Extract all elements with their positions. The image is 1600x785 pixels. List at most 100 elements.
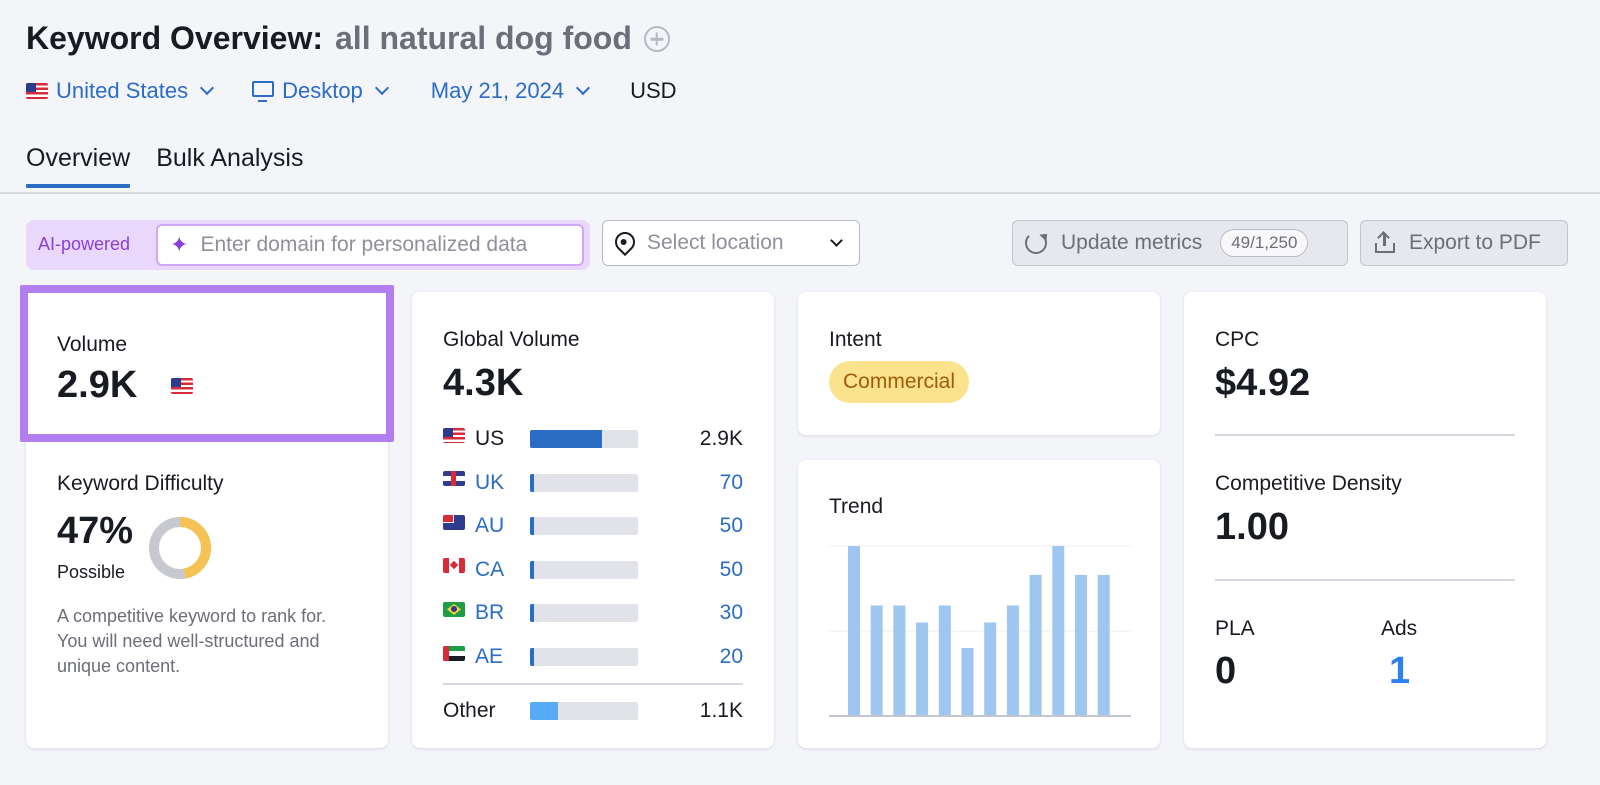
device-label: Desktop [282,78,363,103]
intent-card: Intent Commercial [798,292,1160,435]
volume-bar-track [530,604,638,623]
trend-bar [984,622,997,716]
ai-domain-box: AI-powered ✦ [26,220,590,270]
global-volume-value: 4.3K [443,362,524,404]
update-metrics-button[interactable]: Update metrics 49/1,250 [1012,220,1348,266]
kd-rating: Possible [57,562,126,582]
device-dropdown[interactable]: Desktop [252,78,389,104]
uk-flag-icon [443,471,465,487]
country-row-uk[interactable]: UK 70 [443,470,743,496]
location-placeholder: Select location [647,231,784,254]
ca-flag-icon [443,558,465,574]
chevron-down-icon [374,80,389,96]
location-pin-icon [610,227,640,257]
country-volume[interactable]: 70 [720,471,743,495]
volume-bar-fill [530,473,535,492]
country-code[interactable]: AU [475,514,530,538]
volume-value: 2.9K [57,364,138,406]
trend-label: Trend [829,495,884,518]
country-label: United States [56,78,189,103]
chevron-down-icon [576,80,591,96]
country-code[interactable]: AE [475,645,530,669]
trend-bar [893,605,906,716]
sparkle-icon: ✦ [170,232,189,257]
date-label: May 21, 2024 [430,78,565,103]
update-counter-badge: 49/1,250 [1220,229,1309,257]
volume-bar-track [530,473,638,492]
tab-overview[interactable]: Overview [26,144,131,188]
country-dropdown[interactable]: United States [26,78,215,104]
trend-bar [1097,574,1110,716]
country-code[interactable]: CA [475,558,530,582]
export-label: Export to PDF [1409,231,1541,254]
page-title: Keyword Overview: [26,20,323,56]
country-volume[interactable]: 50 [720,514,743,538]
country-volume[interactable]: 30 [720,601,743,625]
chevron-down-icon [200,80,215,96]
divider [1215,579,1515,581]
au-flag-icon [443,514,465,530]
global-volume-divider [443,683,743,685]
kd-label: Keyword Difficulty [57,472,224,495]
trend-bar [1052,546,1065,716]
volume-card: Volume 2.9K [20,285,394,442]
trend-bar [1029,574,1042,716]
refresh-icon [1025,232,1047,254]
location-select[interactable]: Select location [602,220,860,266]
global-volume-label: Global Volume [443,328,580,351]
update-metrics-label: Update metrics [1061,231,1203,254]
page-header: Keyword Overview: all natural dog food [26,20,670,57]
volume-bar-fill [530,702,559,720]
tab-bar: Overview Bulk Analysis [26,144,303,188]
trend-bar [870,605,883,716]
domain-input[interactable] [200,233,571,257]
trend-bar [1006,605,1019,716]
ads-value[interactable]: 1 [1389,650,1410,693]
volume-label: Volume [57,333,128,356]
volume-bar-fill [530,430,603,448]
pla-label: PLA [1215,617,1255,640]
br-flag-icon [443,601,465,617]
intent-label: Intent [829,328,882,351]
country-code[interactable]: BR [475,601,530,625]
trend-bar [961,648,974,716]
ae-flag-icon [443,645,465,661]
country-row-au[interactable]: AU 50 [443,513,743,539]
trend-bar [938,605,951,716]
country-row-br[interactable]: BR 30 [443,600,743,626]
country-row-ae[interactable]: AE 20 [443,644,743,670]
export-pdf-button[interactable]: Export to PDF [1360,220,1568,266]
country-code[interactable]: UK [475,471,530,495]
us-flag-icon [171,378,193,394]
upload-icon [1375,231,1395,253]
country-row-ca[interactable]: CA 50 [443,557,743,583]
trend-chart [829,545,1131,717]
chevron-down-icon [830,234,843,247]
country-volume[interactable]: 20 [720,645,743,669]
domain-input-wrapper: ✦ [156,224,584,266]
country-volume[interactable]: 50 [720,558,743,582]
toolbar: AI-powered ✦ Select location Update metr… [26,220,1578,270]
kd-value: 47% [57,510,134,552]
trend-card: Trend [798,460,1160,748]
volume-bar-fill [530,560,535,579]
tab-bulk-analysis[interactable]: Bulk Analysis [156,144,303,187]
competitive-density-label: Competitive Density [1215,472,1402,495]
trend-bar [916,622,929,716]
add-keyword-icon[interactable] [643,26,670,52]
volume-bar-fill [530,517,535,536]
other-value: 1.1K [699,699,743,722]
cpc-value: $4.92 [1215,362,1311,404]
filter-bar: United States Desktop May 21, 2024 USD [26,76,677,106]
other-label: Other [443,699,496,722]
trend-bar [848,546,860,716]
us-flag-icon [26,83,48,99]
volume-bar-track [530,702,638,720]
volume-bar-track [530,560,638,579]
ads-label: Ads [1381,617,1418,640]
date-dropdown[interactable]: May 21, 2024 [430,78,591,104]
volume-bar-track [530,648,638,666]
kd-description: A competitive keyword to rank for. You w… [57,606,327,676]
global-volume-card: Global Volume 4.3K US 2.9K UK 70 AU 50 CA 50 BR 3… [412,292,774,748]
tab-divider [0,192,1600,194]
